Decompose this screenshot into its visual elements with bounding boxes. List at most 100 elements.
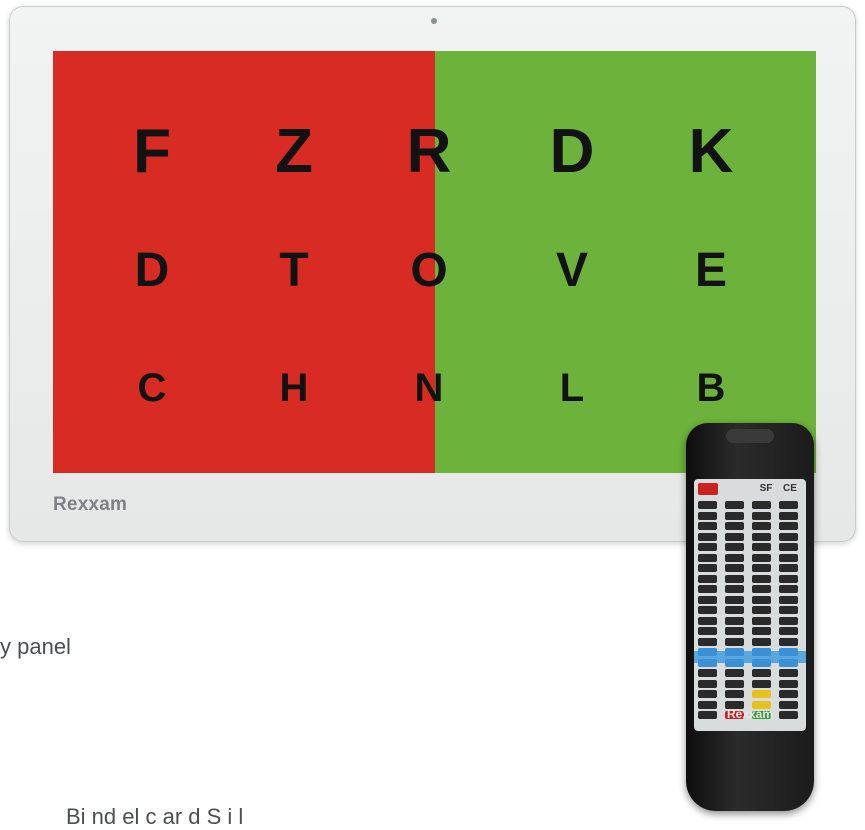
remote-key[interactable]: [779, 553, 798, 562]
remote-key[interactable]: [752, 564, 771, 572]
remote-key[interactable]: [779, 637, 798, 646]
chart-letter: O: [410, 244, 448, 297]
remote-key[interactable]: [752, 606, 771, 614]
remote-key[interactable]: [725, 574, 744, 583]
remote-key[interactable]: [752, 669, 771, 677]
remote-key[interactable]: [752, 585, 771, 593]
remote-key[interactable]: [725, 679, 744, 688]
remote-key[interactable]: [779, 616, 798, 625]
remote-key[interactable]: [725, 501, 744, 509]
remote-key[interactable]: [752, 522, 771, 530]
remote-key[interactable]: [779, 595, 798, 604]
remote-key[interactable]: [698, 679, 717, 688]
remote-key[interactable]: [752, 627, 771, 635]
remote-key[interactable]: [698, 564, 717, 572]
remote-key[interactable]: [752, 511, 771, 520]
remote-key[interactable]: [698, 574, 717, 583]
caption-panel: y panel: [0, 634, 71, 659]
remote-key[interactable]: [752, 501, 771, 509]
remote-key[interactable]: [779, 501, 798, 509]
chart-letter: B: [696, 366, 726, 410]
chart-letter: K: [688, 117, 734, 186]
remote-key[interactable]: [779, 679, 798, 688]
remote-key[interactable]: [725, 553, 744, 562]
remote-key[interactable]: [725, 658, 744, 667]
remote-key[interactable]: [698, 606, 717, 614]
remote-key[interactable]: [752, 648, 771, 656]
remote-key[interactable]: [725, 627, 744, 635]
remote-key[interactable]: [698, 658, 717, 667]
remote-key[interactable]: [698, 648, 717, 656]
remote-key[interactable]: [698, 532, 717, 541]
remote-key[interactable]: [779, 564, 798, 572]
remote-key[interactable]: [725, 648, 744, 656]
remote-key[interactable]: [752, 532, 771, 541]
remote-key[interactable]: [779, 532, 798, 541]
remote-key[interactable]: [725, 522, 744, 530]
chart-letter: L: [559, 366, 585, 410]
remote-key[interactable]: [779, 648, 798, 656]
remote-key[interactable]: [752, 637, 771, 646]
remote-key[interactable]: [698, 522, 717, 530]
remote-key[interactable]: [725, 511, 744, 520]
chart-letter: F: [133, 117, 171, 186]
remote-key[interactable]: [779, 658, 798, 667]
remote-ir-window: [726, 429, 774, 443]
remote-key[interactable]: [698, 627, 717, 635]
chart-letter: D: [134, 244, 170, 297]
remote-key[interactable]: [752, 543, 771, 551]
remote-key[interactable]: [698, 616, 717, 625]
remote-key[interactable]: [725, 690, 744, 698]
red-half: [53, 51, 435, 473]
chart-letter: D: [549, 117, 595, 186]
remote-key[interactable]: [779, 543, 798, 551]
chart-letter: N: [414, 366, 444, 410]
remote-key[interactable]: [698, 585, 717, 593]
remote-key[interactable]: [752, 595, 771, 604]
remote-key[interactable]: [698, 595, 717, 604]
remote-key[interactable]: [779, 669, 798, 677]
caption-bottom: Bi nd el c ar d S i l: [66, 804, 244, 829]
chart-letter: E: [694, 244, 728, 297]
remote-key[interactable]: [725, 532, 744, 541]
chart-letter: R: [406, 117, 452, 186]
remote-key[interactable]: [725, 564, 744, 572]
remote-key[interactable]: [725, 637, 744, 646]
remote-key[interactable]: [698, 501, 717, 509]
remote-key[interactable]: [725, 606, 744, 614]
remote-key[interactable]: [725, 585, 744, 593]
remote-key[interactable]: [698, 543, 717, 551]
remote-key[interactable]: [725, 595, 744, 604]
remote-key[interactable]: [698, 637, 717, 646]
remote-key[interactable]: [752, 658, 771, 667]
chart-letter: H: [279, 366, 309, 410]
remote-key[interactable]: [779, 511, 798, 520]
remote-brand: Rexxam: [726, 707, 774, 721]
remote-key[interactable]: [698, 511, 717, 520]
remote-key[interactable]: [779, 690, 798, 698]
chart-letter: T: [279, 244, 309, 297]
monitor-brand: Rexxam: [53, 494, 128, 515]
remote-key[interactable]: [698, 669, 717, 677]
remote-key[interactable]: [752, 679, 771, 688]
remote-key[interactable]: [752, 553, 771, 562]
sf-button[interactable]: SF: [756, 483, 776, 495]
remote-key[interactable]: [725, 616, 744, 625]
remote-key[interactable]: [752, 574, 771, 583]
webcam-dot: [431, 18, 437, 24]
remote-key[interactable]: [779, 606, 798, 614]
remote-key[interactable]: [698, 690, 717, 698]
remote-key[interactable]: [752, 690, 771, 698]
remote-key[interactable]: [779, 585, 798, 593]
remote-key[interactable]: [725, 669, 744, 677]
remote-key[interactable]: [725, 543, 744, 551]
remote-key[interactable]: [698, 553, 717, 562]
remote-key[interactable]: [779, 522, 798, 530]
remote-key[interactable]: [779, 574, 798, 583]
chart-letter: V: [555, 244, 589, 297]
power-button[interactable]: [698, 483, 718, 495]
remote-key[interactable]: [779, 627, 798, 635]
remote-key[interactable]: [752, 616, 771, 625]
chart-letter: Z: [275, 117, 313, 186]
ce-button[interactable]: CE: [780, 483, 800, 495]
